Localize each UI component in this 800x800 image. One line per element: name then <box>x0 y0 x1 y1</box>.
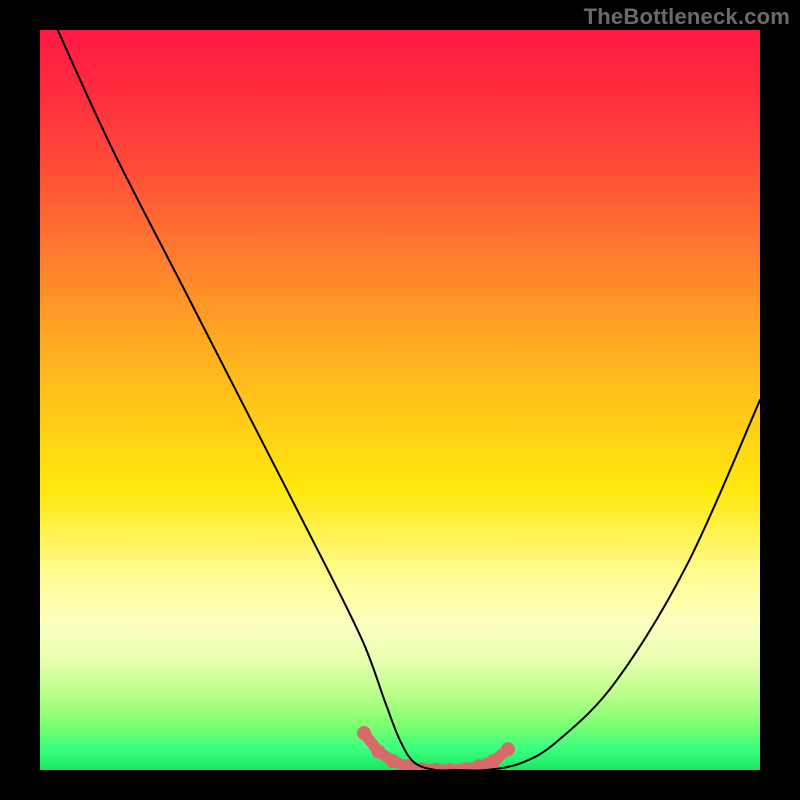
marker-dot <box>357 726 371 740</box>
marker-dot <box>501 742 515 756</box>
curve-svg <box>40 30 760 770</box>
watermark-text: TheBottleneck.com <box>584 4 790 30</box>
marker-dot <box>443 763 457 770</box>
bottleneck-curve <box>54 30 760 770</box>
chart-container: TheBottleneck.com <box>0 0 800 800</box>
marker-layer <box>357 726 515 770</box>
plot-area <box>40 30 760 770</box>
marker-dot <box>386 754 400 768</box>
marker-dot <box>487 754 501 768</box>
marker-dot <box>371 745 385 759</box>
